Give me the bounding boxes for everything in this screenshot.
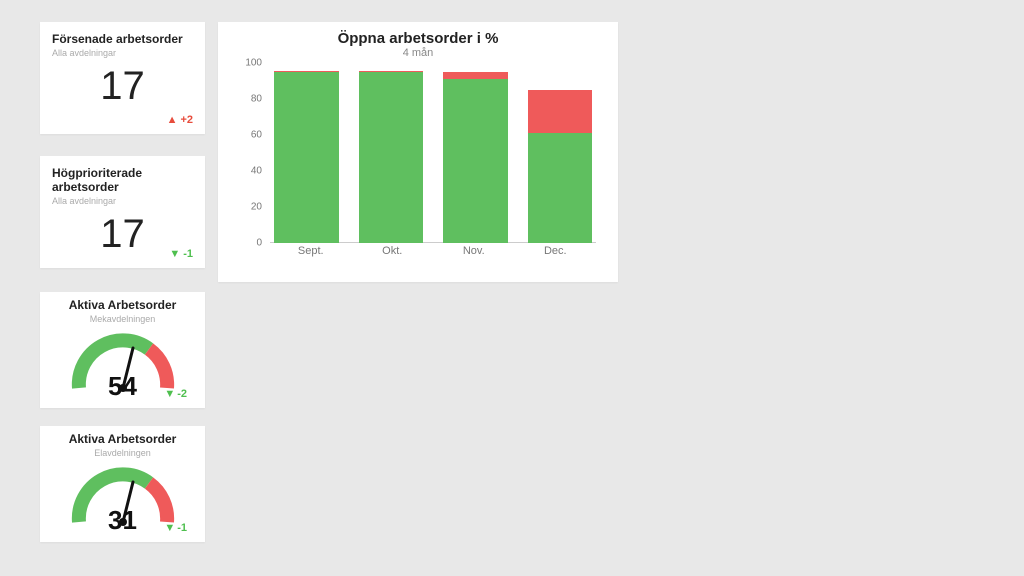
gauge-subtitle: Elavdelningen xyxy=(48,448,197,458)
chart-subtitle: 4 mån xyxy=(228,47,608,59)
kpi-subtitle: Alla avdelningar xyxy=(52,196,193,206)
gauge-delta-value: -1 xyxy=(177,522,187,534)
gauge-delta: ▼ -1 xyxy=(164,522,187,534)
y-tick: 20 xyxy=(251,202,262,213)
kpi-value: 17 xyxy=(52,66,193,106)
chart-bars xyxy=(270,69,596,243)
arrow-down-icon: ▼ xyxy=(169,249,180,260)
arrow-down-icon: ▼ xyxy=(164,389,175,400)
kpi-delta: ▼ -1 xyxy=(169,248,193,260)
bar-slot xyxy=(270,69,343,243)
kpi-delta-value: +2 xyxy=(180,114,193,126)
bar-slot xyxy=(524,69,597,243)
x-label: Sept. xyxy=(270,245,352,263)
kpi-delta: ▲ +2 xyxy=(167,114,193,126)
gauge-subtitle: Mekavdelningen xyxy=(48,314,197,324)
gauge-card-el: Aktiva Arbetsorder Elavdelningen 31 ▼ -1 xyxy=(40,426,205,542)
kpi-card-delayed: Försenade arbetsorder Alla avdelningar 1… xyxy=(40,22,205,134)
bar-slot xyxy=(355,69,428,243)
kpi-card-high-priority: Högprioriterade arbetsorder Alla avdelni… xyxy=(40,156,205,268)
kpi-title: Försenade arbetsorder xyxy=(52,32,193,46)
gauge-delta: ▼ -2 xyxy=(164,388,187,400)
y-tick: 80 xyxy=(251,94,262,105)
y-tick: 0 xyxy=(256,238,262,249)
chart-x-axis: Sept.Okt.Nov.Dec. xyxy=(270,245,596,263)
chart-y-axis: 020406080100 xyxy=(236,63,264,243)
gauge-widget: 54 ▼ -2 xyxy=(48,332,197,392)
x-label: Okt. xyxy=(352,245,434,263)
x-label: Nov. xyxy=(433,245,515,263)
bar-segment-red xyxy=(528,90,593,133)
bar-stack xyxy=(274,71,339,243)
bar-segment-green xyxy=(359,72,424,243)
y-tick: 100 xyxy=(245,58,262,69)
bar-segment-green xyxy=(274,72,339,243)
bar-segment-green xyxy=(443,79,508,243)
gauge-delta-value: -2 xyxy=(177,388,187,400)
arrow-up-icon: ▲ xyxy=(167,115,178,126)
gauge-title: Aktiva Arbetsorder xyxy=(48,298,197,312)
x-label: Dec. xyxy=(515,245,597,263)
chart-plot: 020406080100 Sept.Okt.Nov.Dec. xyxy=(236,63,600,263)
y-tick: 40 xyxy=(251,166,262,177)
bar-stack xyxy=(359,71,424,243)
kpi-delta-value: -1 xyxy=(183,248,193,260)
bar-stack xyxy=(443,72,508,243)
bar-slot xyxy=(439,69,512,243)
chart-title: Öppna arbetsorder i % xyxy=(228,30,608,47)
chart-card-open-workorders: Öppna arbetsorder i % 4 mån 0 20 40 60 80 100… xyxy=(218,22,618,282)
y-tick: 60 xyxy=(251,130,262,141)
arrow-down-icon: ▼ xyxy=(164,523,175,534)
bar-segment-green xyxy=(528,133,593,243)
gauge-card-mek: Aktiva Arbetsorder Mekavdelningen 54 ▼ -… xyxy=(40,292,205,408)
kpi-subtitle: Alla avdelningar xyxy=(52,48,193,58)
gauge-widget: 31 ▼ -1 xyxy=(48,466,197,526)
gauge-title: Aktiva Arbetsorder xyxy=(48,432,197,446)
kpi-title: Högprioriterade arbetsorder xyxy=(52,166,193,194)
bar-stack xyxy=(528,90,593,243)
bar-segment-red xyxy=(443,72,508,79)
